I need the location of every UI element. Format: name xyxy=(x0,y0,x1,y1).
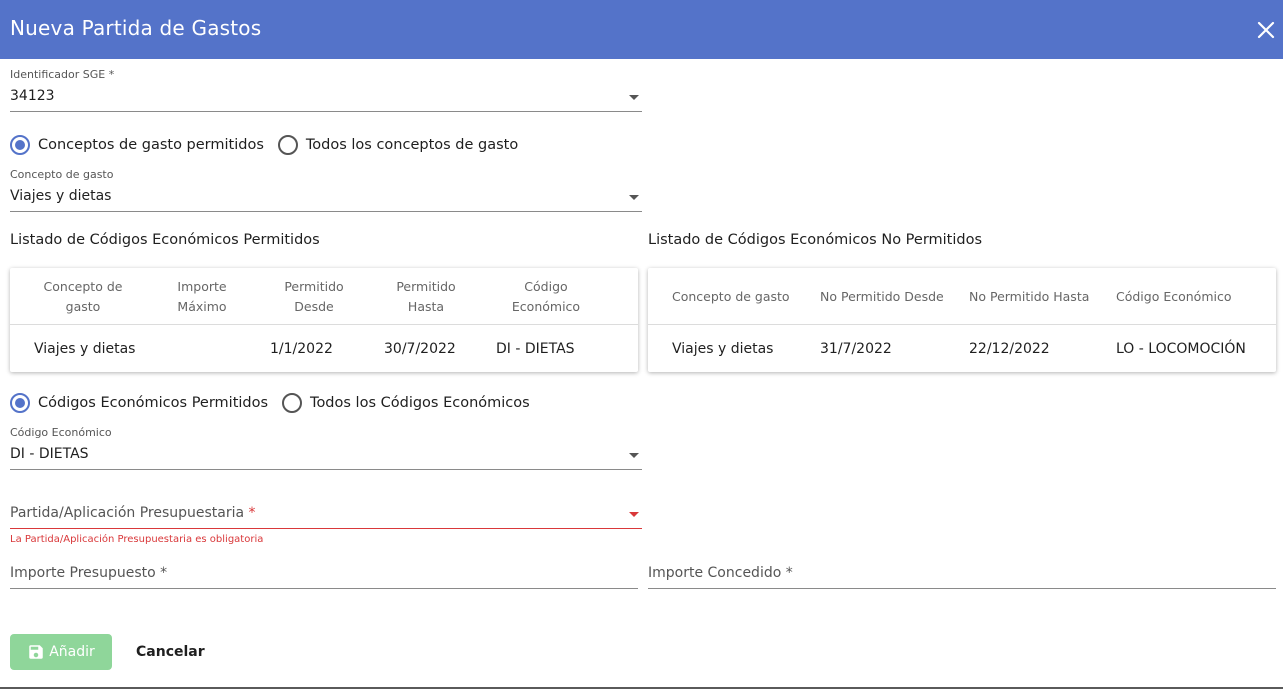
table-header: Concepto de gasto Importe Máximo Permiti… xyxy=(10,268,638,325)
concepto-value: Viajes y dietas xyxy=(10,188,112,204)
radio-unchecked-icon xyxy=(277,135,298,155)
cell-concepto: Viajes y dietas xyxy=(672,340,774,357)
radio-conceptos-permitidos[interactable]: Conceptos de gasto permitidos xyxy=(10,135,264,155)
concepto-label: Concepto de gasto xyxy=(10,168,114,181)
th-concepto[interactable]: Concepto de gasto xyxy=(32,268,134,325)
sge-select[interactable]: Identificador SGE * 34123 xyxy=(10,68,642,112)
partida-placeholder-text: Partida/Aplicación Presupuestaria xyxy=(10,505,245,521)
close-icon xyxy=(1257,21,1275,39)
no-permitidos-title: Listado de Códigos Económicos No Permiti… xyxy=(648,232,983,248)
radio-todos-conceptos[interactable]: Todos los conceptos de gasto xyxy=(277,135,519,155)
chevron-down-icon xyxy=(629,195,639,200)
th-codigo[interactable]: Código Económico xyxy=(500,268,592,325)
close-button[interactable] xyxy=(1255,19,1277,41)
sge-label: Identificador SGE * xyxy=(10,68,115,81)
radio-label: Códigos Económicos Permitidos xyxy=(38,395,269,411)
th-no-permitido-hasta[interactable]: No Permitido Hasta xyxy=(969,268,1109,325)
importe-presupuesto-placeholder: Importe Presupuesto * xyxy=(10,565,168,581)
chevron-down-icon xyxy=(629,95,639,100)
th-codigo[interactable]: Código Económico xyxy=(1116,268,1256,325)
chevron-down-icon xyxy=(629,453,639,458)
add-button[interactable]: Añadir xyxy=(10,634,112,670)
concepto-radio-group: Conceptos de gasto permitidos Todos los … xyxy=(10,133,532,157)
importe-presupuesto-input[interactable]: Importe Presupuesto * xyxy=(10,558,638,589)
codigo-label: Código Económico xyxy=(10,426,112,439)
cell-concepto: Viajes y dietas xyxy=(34,340,136,357)
codigo-value: DI - DIETAS xyxy=(10,446,89,462)
radio-label: Conceptos de gasto permitidos xyxy=(38,137,264,153)
chevron-down-icon xyxy=(629,512,639,517)
cell-codigo: LO - LOCOMOCIÓN xyxy=(1116,340,1246,357)
th-permitido-desde[interactable]: Permitido Desde xyxy=(274,268,354,325)
radio-unchecked-icon xyxy=(282,393,303,413)
codigo-select[interactable]: Código Económico DI - DIETAS xyxy=(10,426,642,470)
th-no-permitido-desde[interactable]: No Permitido Desde xyxy=(820,268,960,325)
partida-error: La Partida/Aplicación Presupuestaria es … xyxy=(10,534,264,545)
cell-desde: 31/7/2022 xyxy=(820,340,892,357)
importe-concedido-placeholder: Importe Concedido * xyxy=(648,565,793,581)
radio-label: Todos los Códigos Económicos xyxy=(310,395,530,411)
radio-codigos-permitidos[interactable]: Códigos Económicos Permitidos xyxy=(10,393,268,413)
codigo-radio-group: Códigos Económicos Permitidos Todos los … xyxy=(10,391,544,415)
required-mark: * xyxy=(248,505,256,521)
save-icon xyxy=(29,645,43,659)
concepto-select[interactable]: Concepto de gasto Viajes y dietas xyxy=(10,168,642,212)
permitidos-title: Listado de Códigos Económicos Permitidos xyxy=(10,232,320,248)
cell-hasta: 30/7/2022 xyxy=(384,340,456,357)
radio-checked-icon xyxy=(10,135,30,155)
add-button-label: Añadir xyxy=(49,644,95,660)
cell-desde: 1/1/2022 xyxy=(270,340,333,357)
radio-label: Todos los conceptos de gasto xyxy=(305,137,519,153)
th-concepto[interactable]: Concepto de gasto xyxy=(672,268,812,325)
table-header: Concepto de gasto No Permitido Desde No … xyxy=(648,268,1276,325)
no-permitidos-table: Concepto de gasto No Permitido Desde No … xyxy=(648,268,1276,372)
dialog-header: Nueva Partida de Gastos xyxy=(0,0,1283,59)
permitidos-table: Concepto de gasto Importe Máximo Permiti… xyxy=(10,268,638,372)
th-importe[interactable]: Importe Máximo xyxy=(160,268,244,325)
cell-hasta: 22/12/2022 xyxy=(969,340,1050,357)
radio-todos-codigos[interactable]: Todos los Códigos Económicos xyxy=(282,393,530,413)
partida-select[interactable]: Partida/Aplicación Presupuestaria * xyxy=(10,498,642,529)
partida-placeholder: Partida/Aplicación Presupuestaria * xyxy=(10,505,256,521)
sge-value: 34123 xyxy=(10,88,55,104)
cancel-button[interactable]: Cancelar xyxy=(124,634,217,670)
dialog-title: Nueva Partida de Gastos xyxy=(10,16,262,40)
radio-checked-icon xyxy=(10,393,30,413)
cell-codigo: DI - DIETAS xyxy=(496,340,575,357)
th-permitido-hasta[interactable]: Permitido Hasta xyxy=(386,268,466,325)
importe-concedido-input[interactable]: Importe Concedido * xyxy=(648,558,1276,589)
